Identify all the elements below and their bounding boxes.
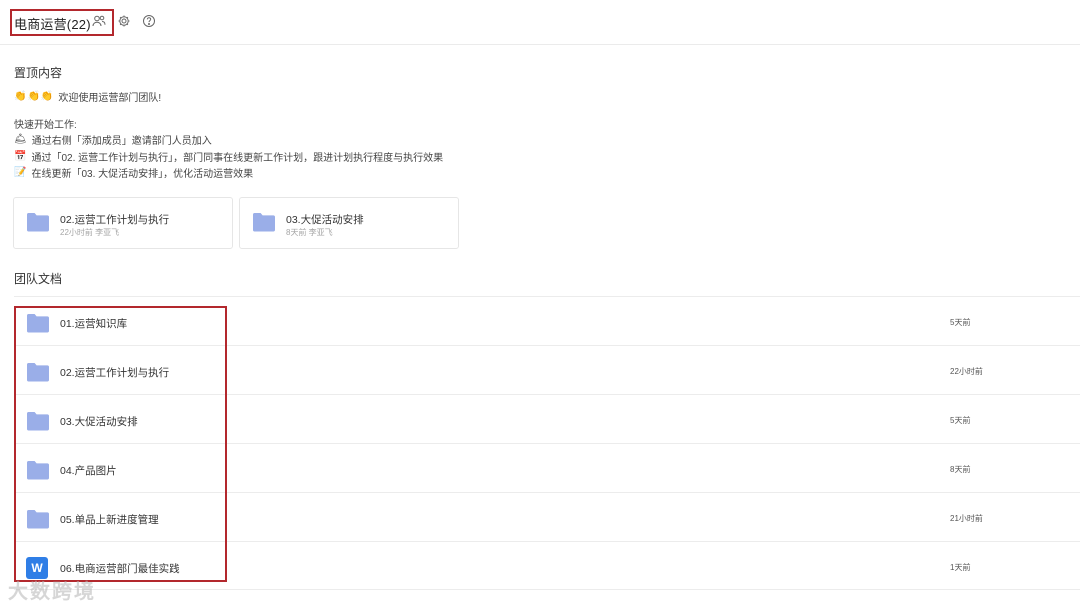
doc-row[interactable]: 03.大促活动安排 5天前 [14, 394, 1080, 443]
clap-icon: 👏 [14, 90, 27, 102]
folder-icon [26, 459, 50, 486]
doc-time: 22小时前 [950, 367, 983, 376]
gear-icon[interactable] [117, 14, 131, 28]
card-meta: 8天前 李亚飞 [286, 228, 333, 237]
doc-name: 06.电商运营部门最佳实践 [60, 563, 180, 575]
page-root: 电商运营(22) 置顶内容 👏 👏 👏 欢迎使用运营部门团队! 快速开始工作: … [0, 0, 1080, 608]
welcome-text: 欢迎使用运营部门团队! [58, 93, 162, 104]
quick-start-title: 快速开始工作: [14, 120, 77, 131]
card-name: 03.大促活动安排 [286, 214, 364, 226]
folder-icon [252, 211, 276, 238]
doc-row[interactable]: 01.运营知识库 5天前 [14, 296, 1080, 345]
folder-icon [26, 312, 50, 339]
doc-name: 05.单品上新进度管理 [60, 514, 159, 526]
folder-icon [26, 410, 50, 437]
tip-text: 通过「02. 运营工作计划与执行」，部门同事在线更新工作计划，跟进计划执行程度与… [31, 153, 444, 164]
doc-name: 03.大促活动安排 [60, 416, 138, 428]
bell-icon: 🛎 [14, 133, 27, 145]
folder-icon [26, 508, 50, 535]
doc-time: 21小时前 [950, 514, 983, 523]
doc-row[interactable]: W 06.电商运营部门最佳实践 1天前 [14, 541, 1080, 590]
card-name: 02.运营工作计划与执行 [60, 214, 170, 226]
doc-row[interactable]: 05.单品上新进度管理 21小时前 [14, 492, 1080, 541]
doc-row[interactable]: 04.产品图片 8天前 [14, 443, 1080, 492]
doc-row[interactable]: 02.运营工作计划与执行 22小时前 [14, 345, 1080, 394]
tip-line: 📝 在线更新「03. 大促活动安排」，优化活动运营效果 [14, 165, 253, 180]
team-header: 电商运营(22) [0, 0, 1080, 45]
pinned-card[interactable]: 02.运营工作计划与执行 22小时前 李亚飞 [13, 197, 233, 249]
team-title[interactable]: 电商运营(22) [14, 14, 91, 33]
members-icon[interactable] [92, 14, 106, 28]
pinned-card[interactable]: 03.大促活动安排 8天前 李亚飞 [239, 197, 459, 249]
doc-time: 8天前 [950, 465, 971, 474]
team-docs-list: 01.运营知识库 5天前 02.运营工作计划与执行 22小时前 03.大促活动安… [14, 296, 1080, 590]
card-meta: 22小时前 李亚飞 [60, 228, 120, 237]
doc-name: 02.运营工作计划与执行 [60, 367, 170, 379]
doc-time: 1天前 [950, 563, 971, 572]
doc-time: 5天前 [950, 416, 971, 425]
folder-icon [26, 211, 50, 238]
tip-text: 通过右侧「添加成员」邀请部门人员加入 [31, 136, 212, 147]
pinned-section-title: 置顶内容 [14, 66, 63, 80]
tip-line: 🛎 通过右侧「添加成员」邀请部门人员加入 [14, 132, 212, 147]
calendar-icon: 📅 [14, 150, 27, 162]
team-docs-section-title: 团队文档 [14, 272, 63, 286]
doc-time: 5天前 [950, 318, 971, 327]
folder-icon [26, 361, 50, 388]
tip-line: 📅 通过「02. 运营工作计划与执行」，部门同事在线更新工作计划，跟进计划执行程… [14, 149, 443, 164]
clap-icon: 👏 [40, 90, 54, 102]
watermark: 大数跨境 [8, 581, 96, 603]
memo-icon: 📝 [14, 166, 27, 178]
help-icon[interactable] [142, 14, 156, 28]
doc-name: 04.产品图片 [60, 465, 117, 477]
tip-text: 在线更新「03. 大促活动安排」，优化活动运营效果 [31, 169, 254, 180]
doc-name: 01.运营知识库 [60, 318, 128, 330]
welcome-line: 👏 👏 👏 欢迎使用运营部门团队! [14, 89, 161, 104]
clap-icon: 👏 [27, 90, 40, 102]
